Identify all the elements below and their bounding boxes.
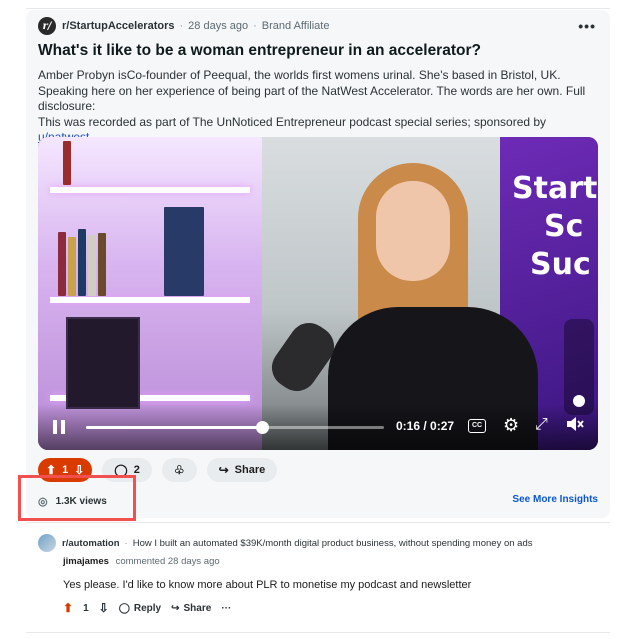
body-line: Speaking here on her experience of being… <box>38 83 586 114</box>
video-time: 0:16 / 0:27 <box>396 419 455 433</box>
comment-meta: jimajames commented 28 days ago <box>63 556 220 567</box>
downvote-icon[interactable]: ⇩ <box>99 601 109 615</box>
book <box>63 141 71 185</box>
upvote-icon[interactable]: ⬆ <box>63 601 73 615</box>
comment-vote-count: 1 <box>83 602 89 614</box>
views-highlight-box <box>18 475 136 521</box>
more-options-button[interactable]: ••• <box>578 18 596 34</box>
mute-icon[interactable] <box>566 416 584 437</box>
comment-text: Yes please. I'd like to know more about … <box>63 579 472 591</box>
book <box>78 229 86 296</box>
shelf-row <box>50 187 250 193</box>
award-button[interactable]: ♧ <box>161 458 197 482</box>
book <box>58 232 66 296</box>
pause-icon[interactable] <box>52 420 66 434</box>
video-player[interactable]: Start Sc Suc 0:16 / 0:27 CC ⚙ ⤢ <box>38 137 598 450</box>
comment-thread-title[interactable]: How I built an automated $39K/month digi… <box>133 538 533 549</box>
book <box>68 237 76 296</box>
award-icon: ♧ <box>173 463 185 477</box>
separator-dot: · <box>253 20 257 32</box>
subreddit-avatar[interactable] <box>38 534 56 552</box>
progress-track[interactable] <box>86 421 384 434</box>
comment-time: commented 28 days ago <box>115 556 220 567</box>
fullscreen-icon[interactable]: ⤢ <box>535 416 548 434</box>
share-icon[interactable]: ↪ <box>171 603 179 614</box>
book <box>88 235 96 296</box>
comment-username[interactable]: jimajames <box>63 556 109 567</box>
top-divider <box>26 8 610 9</box>
video-poster <box>66 317 140 409</box>
comment-more-button[interactable]: ··· <box>221 603 231 614</box>
share-label: Share <box>234 464 266 476</box>
gear-icon[interactable]: ⚙ <box>503 415 519 436</box>
banner-word: Sc <box>544 209 584 244</box>
post-body: Amber Probyn isCo-founder of Peequal, th… <box>38 68 600 146</box>
share-icon: ↪ <box>218 463 229 477</box>
video-controls: 0:16 / 0:27 CC ⚙ ⤢ <box>38 404 598 450</box>
share-button[interactable]: ↪ Share <box>206 458 278 482</box>
post-age: 28 days ago <box>188 20 249 32</box>
separator-dot: · <box>124 537 128 549</box>
subreddit-link[interactable]: r/StartupAccelerators <box>62 20 175 32</box>
post-title[interactable]: What's it like to be a woman entrepreneu… <box>38 42 598 60</box>
book <box>98 233 106 296</box>
banner-word: Suc <box>530 247 591 282</box>
speaker-face <box>376 181 450 281</box>
progress-fill <box>86 426 262 429</box>
brand-affiliate-label: Brand Affiliate <box>261 20 330 32</box>
post-header: r/ r/StartupAccelerators · 28 days ago ·… <box>38 16 329 36</box>
reply-button[interactable]: Reply <box>134 603 161 614</box>
shelf-row <box>50 297 250 303</box>
comment-subreddit-link[interactable]: r/automation <box>62 538 120 549</box>
captions-icon[interactable]: CC <box>468 419 486 433</box>
comment-context: r/automation · How I built an automated … <box>38 533 532 553</box>
separator-dot: · <box>179 20 184 32</box>
body-line: Amber Probyn isCo-founder of Peequal, th… <box>38 68 561 82</box>
progress-knob[interactable] <box>255 421 269 434</box>
book <box>164 207 204 296</box>
comment-actions: ⬆ 1 ⇩ ◯ Reply ↪ Share ··· <box>63 600 241 616</box>
section-divider <box>26 522 610 523</box>
see-more-insights-link[interactable]: See More Insights <box>512 494 598 505</box>
body-line-text: This was recorded as part of The UnNotic… <box>38 114 547 129</box>
reply-icon[interactable]: ◯ <box>119 603 130 614</box>
bottom-divider <box>26 632 610 633</box>
volume-slider[interactable] <box>564 319 594 415</box>
post-card[interactable]: r/ r/StartupAccelerators · 28 days ago ·… <box>26 10 610 518</box>
subreddit-avatar[interactable]: r/ <box>38 17 56 35</box>
comment-share-button[interactable]: Share <box>184 603 212 614</box>
